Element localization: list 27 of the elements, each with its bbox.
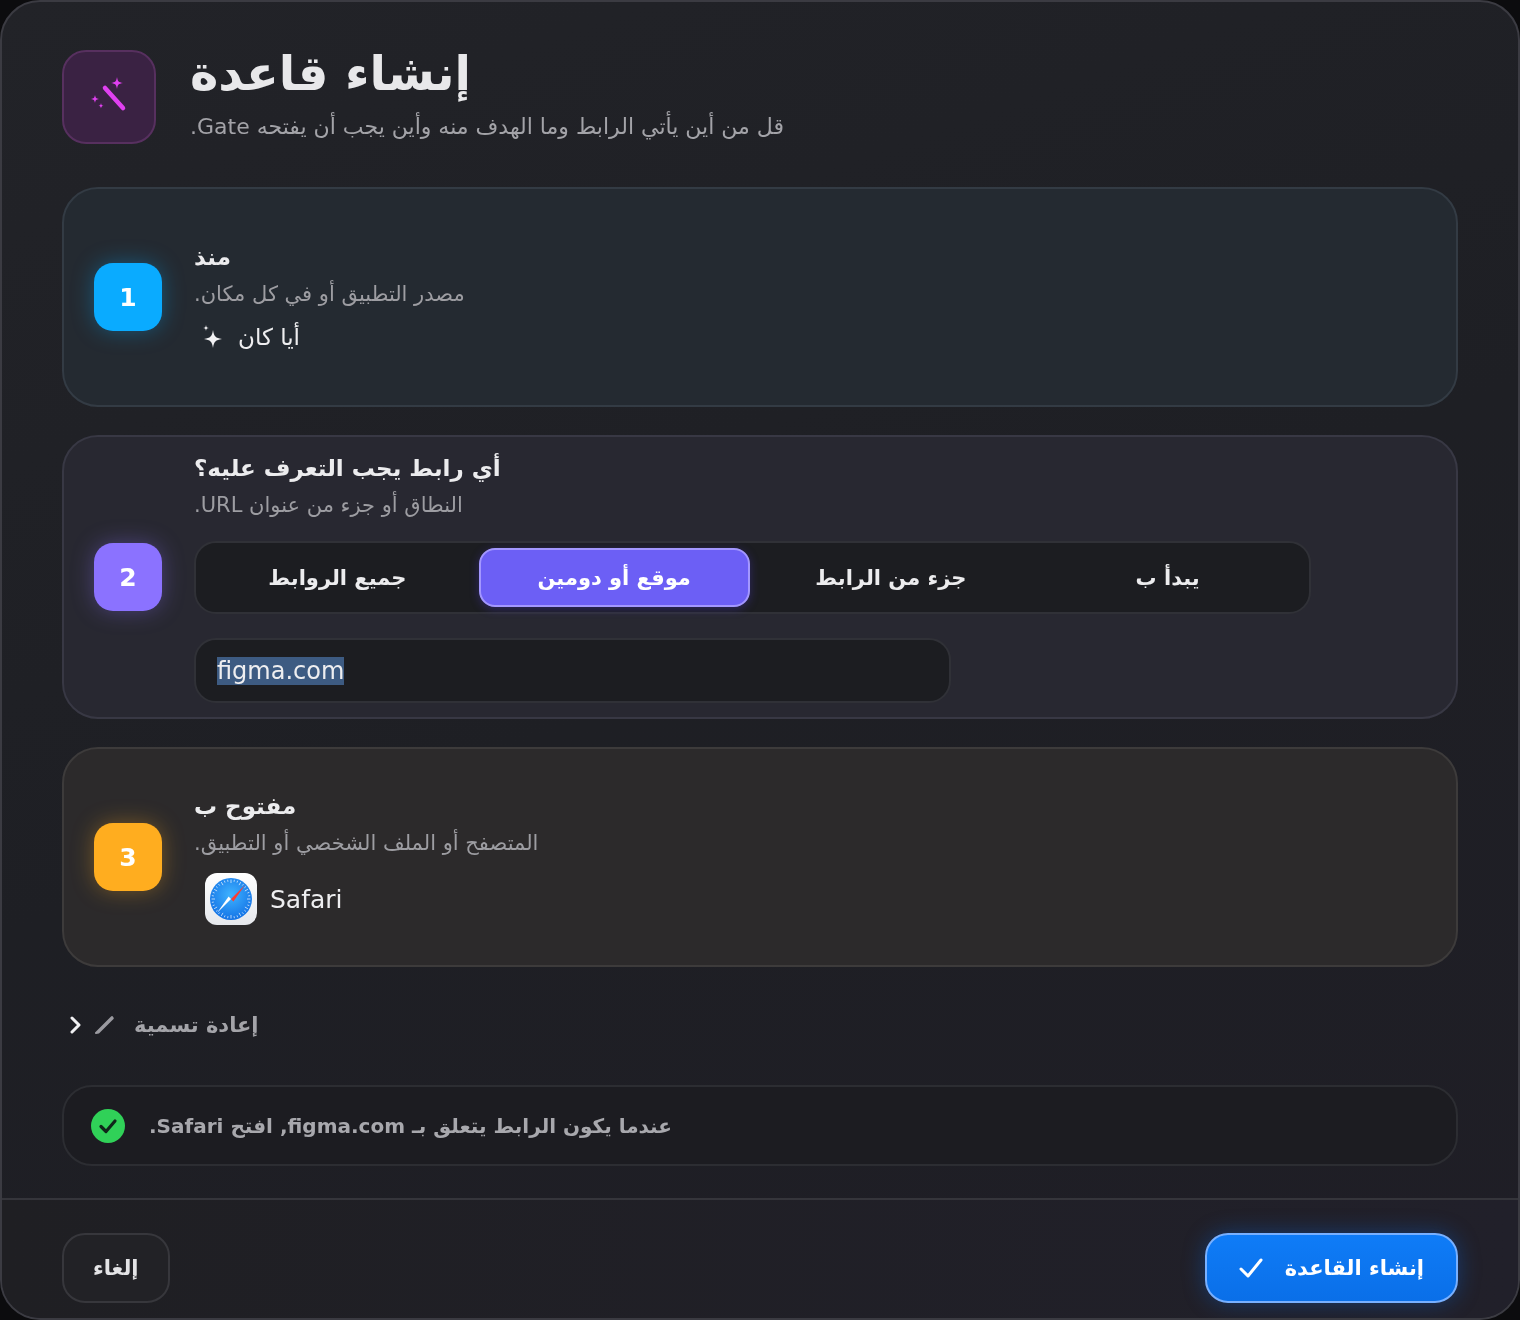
step-description: المتصفح أو الملف الشخصي أو التطبيق. [194,828,539,857]
step-number-badge: 1 [94,263,162,331]
compass-icon [205,873,257,925]
url-field[interactable]: figma.com [194,638,951,703]
create-rule-button[interactable]: إنشاء القاعدة [1204,1233,1458,1303]
step-title: منذ [194,243,231,272]
checkmark-icon [1238,1257,1263,1279]
rename-label[interactable]: إعادة تسمية [134,1013,259,1037]
step-title: مفتوح ب [194,792,297,822]
match-type-tab[interactable]: جميع الروابط [202,548,473,607]
app-name: Safari [270,884,343,914]
cancel-button[interactable]: إلغاء [62,1233,170,1303]
match-type-tab[interactable]: موقع أو دومين [478,548,750,607]
step-description: مصدر التطبيق أو في كل مكان. [194,279,465,308]
dialog-title: إنشاء قاعدة [190,44,471,102]
step-number-badge: 2 [94,543,162,611]
chevron-icon[interactable] [70,1016,82,1034]
dialog-subtitle: قل من أين يأتي الرابط وما الهدف منه وأين يجب أن يفتحه Gate. [190,112,784,142]
source-value: أيا كان [238,321,300,352]
pencil-icon [93,1014,115,1036]
match-type-tab[interactable]: يبدأ ب [1032,548,1303,607]
step-number-badge: 3 [94,823,162,891]
step-description: النطاق أو جزء من عنوان URL. [194,490,463,519]
step-title: أي رابط يجب التعرف عليه؟ [194,452,501,484]
wand-sparkles-icon [62,50,156,144]
summary-text: عندما يكون الرابط يتعلق بـ figma.com, افتح Safari. [149,1113,672,1138]
match-type-tab[interactable]: جزء من الرابط [755,548,1027,607]
